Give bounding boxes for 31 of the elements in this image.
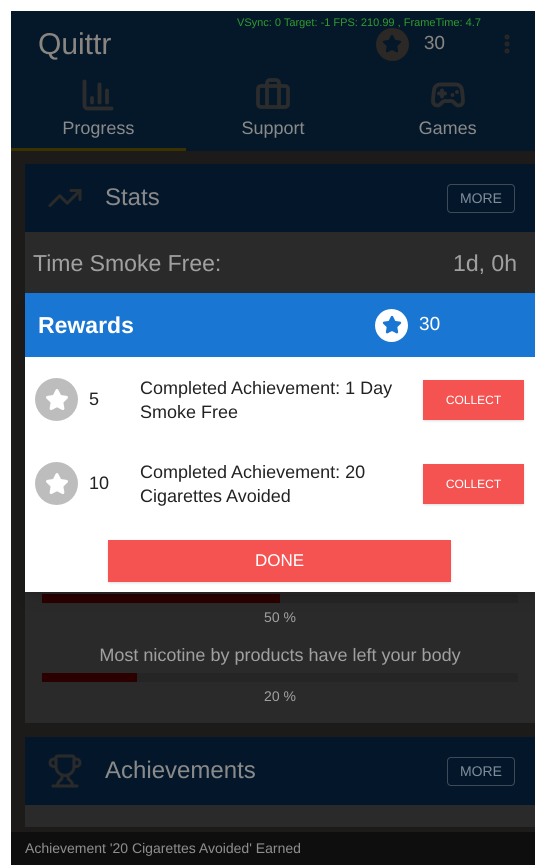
tab[interactable]: Support — [186, 77, 360, 151]
progress-percent: 20 % — [264, 687, 296, 706]
done-button[interactable]: DONE — [108, 540, 451, 582]
points-count: 30 — [424, 32, 445, 56]
reward-points: 10 — [89, 472, 110, 495]
tab[interactable]: Progress — [11, 77, 186, 151]
bar-chart-icon — [80, 77, 116, 113]
snackbar-message: Achievement '20 Cigarettes Avoided' Earned — [25, 839, 301, 858]
trophy-icon — [47, 753, 83, 789]
more-button[interactable]: MORE — [447, 184, 515, 212]
reward-description: Completed Achievement: 1 Day Smoke Free — [140, 376, 394, 424]
points-count: 30 — [419, 312, 440, 337]
milestone-text: Most nicotine by products have left your body — [99, 644, 461, 667]
star-badge-icon — [35, 462, 78, 505]
progress-percent: 50 % — [264, 608, 296, 627]
star-badge-icon — [35, 378, 78, 421]
collect-button[interactable]: COLLECT — [423, 380, 524, 420]
reward-points: 5 — [89, 388, 100, 411]
app-title: Quittr — [38, 26, 112, 62]
dialog-title: Rewards — [38, 310, 135, 340]
card-title: Achievements — [105, 756, 256, 786]
card-title: Stats — [105, 183, 160, 213]
star-badge-icon — [376, 28, 409, 60]
reward-description: Completed Achievement: 20 Cigarettes Avoided — [140, 460, 366, 508]
star-badge-icon — [375, 308, 408, 342]
debug-overlay-text: VSync: 0 Target: -1 FPS: 210.99 , FrameTime: 4.7 — [237, 16, 481, 31]
more-button[interactable]: MORE — [447, 756, 515, 786]
collect-button[interactable]: COLLECT — [423, 464, 524, 504]
stat-value: 1d, 0h — [453, 248, 517, 278]
stat-label: Time Smoke Free: — [33, 248, 222, 278]
tab[interactable]: Games — [360, 77, 535, 151]
